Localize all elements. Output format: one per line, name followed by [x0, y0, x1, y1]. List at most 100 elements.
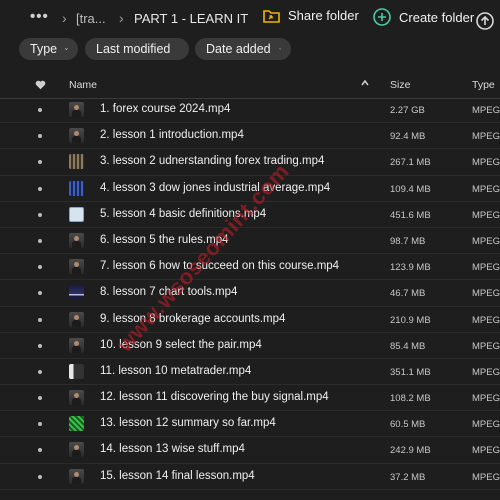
file-size: 123.9 MB [390, 262, 431, 274]
file-row[interactable]: 11. lesson 10 metatrader.mp4 351.1 MB MPEG [0, 359, 500, 386]
filter-bar: Type Last modified Date added [0, 38, 500, 62]
file-name[interactable]: 11. lesson 10 metatrader.mp4 [100, 365, 251, 377]
top-bar: ••• › [tra... › PART 1 - LEARN IT Share … [0, 0, 500, 38]
video-thumbnail-icon [69, 232, 84, 248]
file-type: MPEG [472, 157, 500, 169]
share-folder-button[interactable]: Share folder [263, 8, 359, 23]
favorite-dot-icon[interactable] [38, 474, 42, 479]
favorite-dot-icon[interactable] [38, 317, 42, 322]
file-name[interactable]: 6. lesson 5 the rules.mp4 [100, 234, 229, 246]
create-folder-label: Create folder [399, 9, 475, 25]
file-row[interactable]: 15. lesson 14 final lesson.mp4 37.2 MB MPE… [0, 464, 500, 490]
file-name[interactable]: 2. lesson 1 introduction.mp4 [100, 129, 244, 141]
file-name[interactable]: 4. lesson 3 dow jones industrial average… [100, 182, 330, 194]
date-added-filter-chip[interactable]: Date added [195, 38, 291, 60]
file-type: MPEG [472, 445, 500, 457]
favorite-dot-icon[interactable] [38, 108, 42, 112]
chevron-down-icon [178, 48, 179, 50]
video-thumbnail-icon [69, 259, 84, 275]
breadcrumb-current: PART 1 - LEARN IT [134, 11, 249, 26]
favorite-dot-icon[interactable] [38, 369, 42, 374]
upload-icon[interactable] [476, 12, 494, 30]
file-row[interactable]: 14. lesson 13 wise stuff.mp4 242.9 MB MPEG [0, 437, 500, 464]
file-type: MPEG [472, 419, 500, 431]
favorite-dot-icon[interactable] [38, 238, 42, 243]
file-name[interactable]: 8. lesson 7 chart tools.mp4 [100, 286, 237, 298]
file-row[interactable]: 1. forex course 2024.mp4 2.27 GB MPEG [0, 97, 500, 124]
more-options-icon[interactable]: ••• [30, 9, 49, 24]
favorite-dot-icon[interactable] [38, 396, 42, 401]
file-type: MPEG [472, 314, 500, 326]
file-name[interactable]: 5. lesson 4 basic definitions.mp4 [100, 208, 266, 220]
file-size: 210.9 MB [390, 314, 431, 326]
file-name[interactable]: 3. lesson 2 udnerstanding forex trading.… [100, 155, 324, 167]
file-name[interactable]: 9. lesson 8 brokerage accounts.mp4 [100, 313, 285, 325]
file-row[interactable]: 8. lesson 7 chart tools.mp4 46.7 MB MPEG [0, 280, 500, 307]
sort-ascending-icon[interactable] [361, 79, 369, 87]
file-row[interactable]: 13. lesson 12 summary so far.mp4 60.5 MB M… [0, 411, 500, 438]
file-type: MPEG [472, 131, 500, 143]
file-row[interactable]: 9. lesson 8 brokerage accounts.mp4 210.9 … [0, 307, 500, 333]
file-type: MPEG [472, 235, 500, 247]
file-size: 46.7 MB [390, 288, 426, 300]
file-size: 108.2 MB [390, 393, 431, 405]
file-size: 85.4 MB [390, 340, 426, 352]
favorite-dot-icon[interactable] [38, 265, 42, 270]
file-row[interactable]: 4. lesson 3 dow jones industrial average… [0, 176, 500, 202]
file-row[interactable]: 2. lesson 1 introduction.mp4 92.4 MB MPEG [0, 123, 500, 150]
video-thumbnail-icon [69, 468, 84, 484]
video-thumbnail-icon [69, 128, 84, 144]
last-modified-filter-label: Last modified [96, 42, 171, 56]
chevron-right-icon: › [62, 10, 67, 26]
favorite-dot-icon[interactable] [38, 134, 42, 139]
favorite-dot-icon[interactable] [38, 212, 42, 217]
share-folder-label: Share folder [288, 8, 359, 23]
type-filter-chip[interactable]: Type [19, 38, 78, 60]
file-row[interactable]: 12. lesson 11 discovering the buy signal… [0, 385, 500, 412]
favorite-dot-icon[interactable] [38, 186, 42, 191]
file-name[interactable]: 7. lesson 6 how to succeed on this cours… [100, 260, 339, 272]
create-folder-button[interactable]: Create folder [373, 8, 474, 26]
file-row[interactable]: 6. lesson 5 the rules.mp4 98.7 MB MPEG [0, 228, 500, 255]
size-column-header[interactable]: Size [390, 79, 410, 91]
file-row[interactable]: 3. lesson 2 udnerstanding forex trading.… [0, 149, 500, 176]
type-column-header[interactable]: Type [472, 79, 495, 91]
file-name[interactable]: 12. lesson 11 discovering the buy signal… [100, 391, 329, 403]
file-name[interactable]: 14. lesson 13 wise stuff.mp4 [100, 443, 245, 455]
name-column-header[interactable]: Name [69, 79, 97, 91]
file-size: 37.2 MB [390, 471, 426, 483]
column-header: Name Size Type [0, 71, 500, 99]
file-row[interactable]: 5. lesson 4 basic definitions.mp4 451.6 M… [0, 202, 500, 228]
breadcrumb-parent[interactable]: [tra... [76, 12, 106, 25]
favorite-dot-icon[interactable] [38, 291, 42, 296]
video-thumbnail-icon [69, 206, 84, 222]
video-thumbnail-icon [69, 154, 84, 170]
file-name[interactable]: 10. lesson 9 select the pair.mp4 [100, 339, 262, 351]
file-name[interactable]: 1. forex course 2024.mp4 [100, 103, 230, 115]
favorite-dot-icon[interactable] [38, 422, 42, 427]
file-type: MPEG [472, 366, 500, 378]
file-size: 92.4 MB [390, 131, 426, 143]
file-row[interactable]: 10. lesson 9 select the pair.mp4 85.4 MB M… [0, 333, 500, 359]
favorite-dot-icon[interactable] [38, 160, 42, 165]
file-name[interactable]: 15. lesson 14 final lesson.mp4 [100, 470, 255, 482]
file-type: MPEG [472, 288, 500, 300]
last-modified-filter-chip[interactable]: Last modified [85, 38, 189, 60]
file-row[interactable]: 7. lesson 6 how to succeed on this cours… [0, 254, 500, 281]
video-thumbnail-icon [69, 390, 84, 406]
file-type: MPEG [472, 209, 500, 221]
file-type: MPEG [472, 183, 500, 195]
file-size: 267.1 MB [390, 157, 431, 169]
file-type: MPEG [472, 340, 500, 352]
favorite-dot-icon[interactable] [38, 343, 42, 348]
video-thumbnail-icon [69, 311, 84, 327]
heart-icon[interactable] [35, 80, 46, 90]
plus-circle-icon [373, 8, 391, 26]
file-type: MPEG [472, 393, 500, 405]
file-name[interactable]: 13. lesson 12 summary so far.mp4 [100, 417, 276, 429]
file-type: MPEG [472, 471, 500, 483]
chevron-right-icon: › [119, 10, 124, 26]
file-size: 451.6 MB [390, 209, 431, 221]
file-size: 242.9 MB [390, 445, 431, 457]
favorite-dot-icon[interactable] [38, 448, 42, 453]
